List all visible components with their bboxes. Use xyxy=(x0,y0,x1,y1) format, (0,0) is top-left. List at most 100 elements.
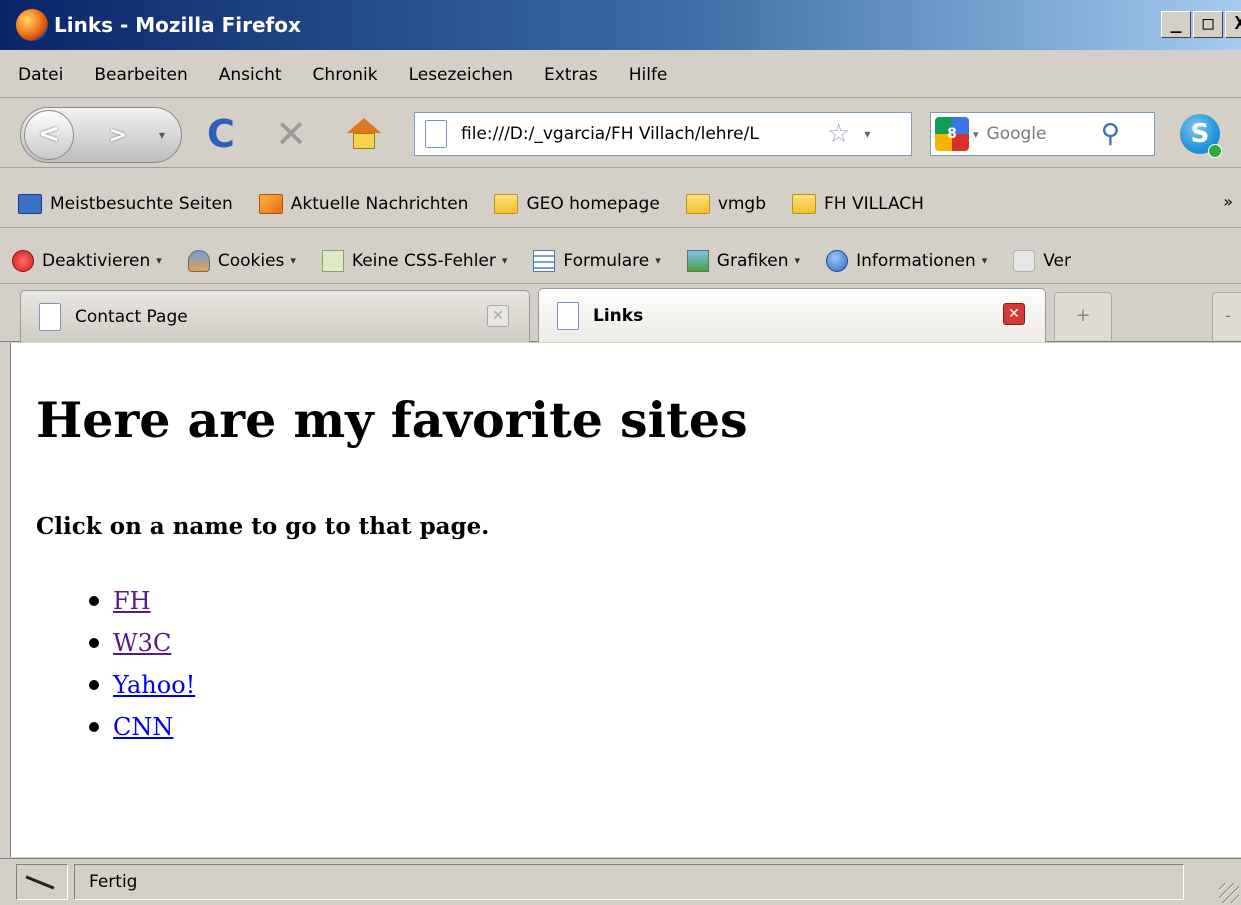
address-input[interactable]: file:///D:/_vgarcia/FH Villach/lehre/L xyxy=(461,124,821,144)
dev-item-label: Cookies xyxy=(217,250,285,271)
tab-contact-page[interactable]: Contact Page ✕ xyxy=(20,290,530,342)
images-icon xyxy=(686,249,709,272)
menu-ansicht[interactable]: Ansicht xyxy=(219,65,282,85)
dev-item-label: Deaktivieren xyxy=(42,250,151,271)
bookmark-fh-villach[interactable]: FH VILLACH xyxy=(792,193,924,214)
firefox-logo-icon xyxy=(16,9,48,41)
status-bar: Fertig xyxy=(0,858,1241,905)
chevron-down-icon: ▾ xyxy=(655,254,661,267)
menu-hilfe[interactable]: Hilfe xyxy=(629,65,668,85)
dev-grafiken-menu[interactable]: Grafiken ▾ xyxy=(686,249,801,272)
search-icon[interactable]: ⚲ xyxy=(1101,119,1120,149)
dev-informationen-menu[interactable]: Informationen ▾ xyxy=(826,249,988,272)
chevron-down-icon: ▾ xyxy=(501,254,508,267)
engine-dropdown-icon[interactable]: ▾ xyxy=(973,128,979,141)
back-button[interactable]: < xyxy=(24,110,74,160)
favorite-links-list: FH W3C Yahoo! CNN xyxy=(89,580,195,748)
menu-extras[interactable]: Extras xyxy=(544,65,598,85)
minimize-button[interactable]: _ xyxy=(1161,11,1191,38)
bookmark-aktuelle-nachrichten[interactable]: Aktuelle Nachrichten xyxy=(258,193,469,214)
close-tab-icon[interactable]: ✕ xyxy=(1003,303,1025,325)
address-dropdown-icon[interactable]: ▾ xyxy=(864,127,870,141)
status-text: Fertig xyxy=(74,864,1184,900)
rss-feed-icon xyxy=(258,193,283,214)
dev-deaktivieren-menu[interactable]: Deaktivieren ▾ xyxy=(12,249,162,272)
menu-datei[interactable]: Datei xyxy=(18,65,63,85)
google-engine-icon[interactable]: 8 xyxy=(935,117,969,151)
window-title-bar: Links - Mozilla Firefox _ □ X xyxy=(0,0,1241,50)
page-icon xyxy=(39,302,61,331)
page-heading: Here are my favorite sites xyxy=(36,391,748,449)
bookmark-label: GEO homepage xyxy=(526,193,660,214)
window-title: Links - Mozilla Firefox xyxy=(54,13,301,37)
menu-bearbeiten[interactable]: Bearbeiten xyxy=(94,65,187,85)
window-controls: _ □ X xyxy=(1161,11,1241,38)
bookmark-vmgb[interactable]: vmgb xyxy=(685,193,767,214)
link-w3c[interactable]: W3C xyxy=(113,629,171,657)
bookmark-star-icon[interactable]: ☆ xyxy=(827,119,850,149)
bookmark-meistbesuchte-seiten[interactable]: Meistbesuchte Seiten xyxy=(18,193,233,214)
dev-cookies-menu[interactable]: Cookies ▾ xyxy=(187,249,296,272)
search-input[interactable]: Google xyxy=(987,124,1097,144)
disable-icon xyxy=(12,249,34,272)
reload-button[interactable]: C xyxy=(201,112,241,156)
chevron-down-icon: ▾ xyxy=(290,254,296,267)
menu-lesezeichen[interactable]: Lesezeichen xyxy=(409,65,513,85)
bookmarks-toolbar: Meistbesuchte Seiten Aktuelle Nachrichte… xyxy=(0,180,1241,228)
list-item: W3C xyxy=(89,622,195,664)
dev-css-menu[interactable]: Keine CSS-Fehler ▾ xyxy=(321,249,508,272)
dev-item-label: Grafiken xyxy=(716,250,789,271)
bookmark-label: Aktuelle Nachrichten xyxy=(290,193,469,214)
dev-item-label: Keine CSS-Fehler xyxy=(351,250,496,271)
maximize-button[interactable]: □ xyxy=(1193,11,1223,38)
smart-folder-icon xyxy=(18,193,42,214)
dev-resize-menu[interactable]: Ver xyxy=(1013,249,1072,272)
dev-item-label: Formulare xyxy=(563,250,650,271)
list-item: Yahoo! xyxy=(89,664,195,706)
page-icon xyxy=(425,120,447,148)
dev-item-label: Informationen xyxy=(856,250,976,271)
web-developer-status-icon[interactable] xyxy=(16,864,68,900)
link-yahoo[interactable]: Yahoo! xyxy=(113,671,195,699)
close-window-button[interactable]: X xyxy=(1225,11,1241,38)
folder-icon xyxy=(792,193,817,214)
list-item: FH xyxy=(89,580,195,622)
bookmarks-overflow-button[interactable]: » xyxy=(1223,192,1233,211)
chevron-down-icon: ▾ xyxy=(981,254,988,267)
home-icon xyxy=(347,118,381,133)
folder-icon xyxy=(494,193,519,214)
link-cnn[interactable]: CNN xyxy=(113,713,173,741)
new-tab-button[interactable]: + xyxy=(1054,292,1112,340)
home-button[interactable] xyxy=(344,114,384,154)
tab-title: Links xyxy=(593,305,644,326)
resize-icon xyxy=(1013,249,1036,272)
bookmark-geo-homepage[interactable]: GEO homepage xyxy=(494,193,660,214)
forward-button[interactable]: > xyxy=(98,120,138,154)
resize-grip-icon[interactable] xyxy=(1219,883,1239,903)
history-dropdown-icon[interactable]: ▾ xyxy=(152,120,172,150)
skype-status-icon xyxy=(1208,144,1222,158)
dev-formulare-menu[interactable]: Formulare ▾ xyxy=(533,249,661,272)
tab-links[interactable]: Links ✕ xyxy=(538,288,1046,342)
forms-icon xyxy=(533,249,556,272)
page-content: Here are my favorite sites Click on a na… xyxy=(10,343,1241,857)
bullet-icon xyxy=(89,638,99,648)
search-bar[interactable]: 8 ▾ Google ⚲ xyxy=(930,112,1155,156)
bookmark-label: vmgb xyxy=(717,193,767,214)
info-icon xyxy=(826,249,849,272)
tab-list-button[interactable]: - xyxy=(1212,292,1241,340)
page-subheading: Click on a name to go to that page. xyxy=(36,513,490,540)
folder-icon xyxy=(685,193,710,214)
menu-chronik[interactable]: Chronik xyxy=(313,65,378,85)
stop-button[interactable]: ✕ xyxy=(271,112,311,156)
chevron-down-icon: ▾ xyxy=(794,254,801,267)
bullet-icon xyxy=(89,596,99,606)
bullet-icon xyxy=(89,722,99,732)
page-icon xyxy=(557,301,579,330)
close-tab-icon[interactable]: ✕ xyxy=(487,305,509,327)
dev-item-label: Ver xyxy=(1043,250,1072,271)
link-fh[interactable]: FH xyxy=(113,587,151,615)
chevron-down-icon: ▾ xyxy=(156,254,162,267)
bullet-icon xyxy=(89,680,99,690)
address-bar[interactable]: file:///D:/_vgarcia/FH Villach/lehre/L ☆… xyxy=(414,112,912,156)
